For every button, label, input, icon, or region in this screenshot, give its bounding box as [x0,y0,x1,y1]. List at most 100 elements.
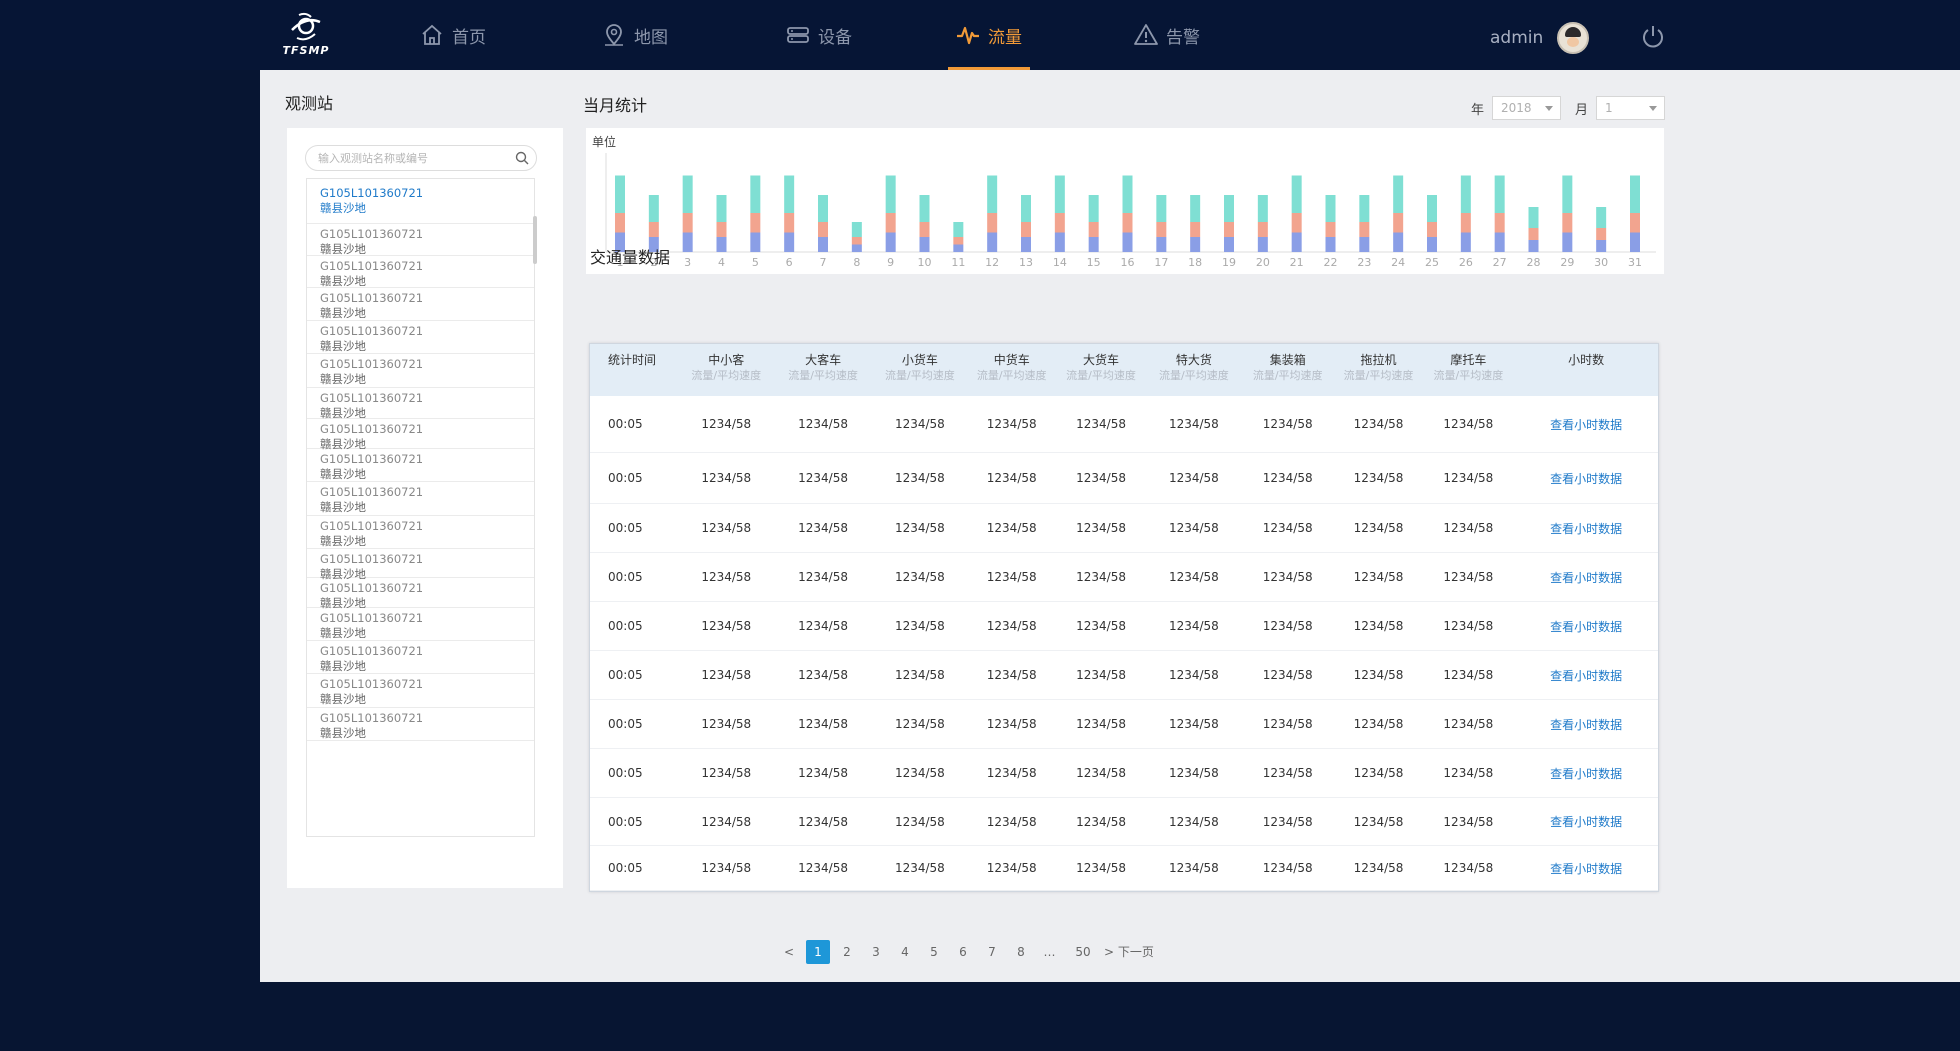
page-number[interactable]: 1 [806,940,830,964]
page-number[interactable]: 5 [922,940,946,964]
station-code: G105L101360721 [320,519,424,533]
cell-time: 00:05 [608,619,643,633]
map-pin-icon [605,24,623,46]
app-logo[interactable]: TFSMP [280,12,332,64]
nav-alert[interactable]: 告警 [1134,0,1200,70]
station-list-item[interactable]: G105L101360721 赣县沙地 [307,288,534,321]
bar-segment-s2-23 [1359,195,1370,222]
power-icon[interactable] [1640,24,1666,50]
nav-traffic[interactable]: 流量 [948,0,1030,70]
column-header-label: 集装箱 [1269,353,1306,367]
station-list-item[interactable]: G105L101360721 赣县沙地 [307,449,534,482]
view-hourly-link[interactable]: 查看小时数据 [1514,470,1658,487]
x-tick-label: 23 [1357,256,1371,269]
cell-value: 1234/58 [1076,814,1126,829]
cell-value: 1234/58 [701,861,752,875]
x-tick-label: 5 [752,256,759,269]
nav-device-label: 设备 [818,27,852,48]
station-code: G105L101360721 [320,357,424,371]
page-number[interactable]: 6 [951,940,975,964]
view-hourly-link[interactable]: 查看小时数据 [1514,667,1658,684]
station-list-item[interactable]: G105L101360721 赣县沙地 [307,354,534,388]
cell-value: 1234/58 [1443,521,1494,535]
station-name: 赣县沙地 [320,726,366,740]
station-list-item[interactable]: G105L101360721 赣县沙地 [307,578,534,610]
bar-segment-s2-8 [851,222,862,237]
cell-value: 1234/58 [894,766,945,780]
bar-segment-s0-28 [1528,240,1539,252]
station-name: 赣县沙地 [320,534,366,548]
station-list-item[interactable]: G105L101360721 赣县沙地 [307,708,534,741]
cell-time: 00:05 [608,417,643,431]
station-list-scrollbar[interactable] [533,216,537,264]
station-list-item[interactable]: G105L101360721 赣县沙地 [307,321,534,354]
cell-value: 1234/58 [798,861,848,875]
station-name: 赣县沙地 [320,467,366,481]
cell-value: 1234/58 [701,521,752,535]
view-hourly-link[interactable]: 查看小时数据 [1514,765,1658,782]
nav-home[interactable]: 首页 [420,0,486,70]
traffic-table: 统计时间 中小客 流量/平均速度 大客车 流量/平均速度 小货车 流量/平均速度 中货车 流量/… [589,343,1659,892]
station-search[interactable] [305,145,537,171]
prev-page-button[interactable]: < [777,940,801,964]
station-name: 赣县沙地 [320,201,366,215]
next-page-button[interactable]: > 下一页 [1104,940,1154,964]
cell-value: 1234/58 [798,668,848,682]
station-search-input[interactable] [318,146,508,170]
bar-segment-s0-19 [1224,237,1234,252]
cell-value: 1234/58 [1168,668,1219,682]
view-hourly-link[interactable]: 查看小时数据 [1514,618,1658,635]
column-header-label: 大货车 [1083,353,1120,367]
view-hourly-link[interactable]: 查看小时数据 [1514,860,1658,877]
nav-device[interactable]: 设备 [786,0,852,70]
page-number[interactable]: 4 [893,940,917,964]
search-icon[interactable] [515,151,529,165]
cell-value: 1234/58 [701,814,752,829]
station-list-item[interactable]: G105L101360721 赣县沙地 [307,224,534,256]
cell-value: 1234/58 [798,766,848,780]
station-list-item[interactable]: G105L101360721 赣县沙地 [307,641,534,674]
station-list-item[interactable]: G105L101360721 赣县沙地 [307,179,534,224]
user-menu[interactable]: admin [1490,22,1590,54]
year-select[interactable]: 2018 [1492,96,1562,120]
bar-segment-s1-6 [784,213,795,233]
bar-segment-s2-18 [1190,195,1201,222]
month-select[interactable]: 1 [1596,96,1666,120]
table-row: 00:05 1234/58 1234/58 1234/58 1234/58 1234/58… [590,602,1658,651]
view-hourly-link[interactable]: 查看小时数据 [1514,813,1658,830]
station-name: 赣县沙地 [320,692,366,706]
x-tick-label: 20 [1256,256,1270,269]
monthly-chart: 单位 1 2 3 4 5 6 7 8 9 10 11 12 13 14 15 16 17 18 19 20 21 22 23… [586,128,1664,274]
avatar[interactable] [1557,22,1590,54]
page-number[interactable]: 50 [1071,940,1095,964]
cell-value: 1234/58 [986,717,1037,731]
view-hourly-link[interactable]: 查看小时数据 [1514,569,1658,586]
page-number[interactable]: 7 [980,940,1004,964]
cell-value: 1234/58 [1262,766,1313,780]
nav-map[interactable]: 地图 [602,0,668,70]
view-hourly-link[interactable]: 查看小时数据 [1514,716,1658,733]
x-tick-label: 12 [985,256,999,269]
station-list-item[interactable]: G105L101360721 赣县沙地 [307,549,534,581]
view-hourly-link[interactable]: 查看小时数据 [1514,416,1658,433]
station-list-item[interactable]: G105L101360721 赣县沙地 [307,516,534,549]
station-list-item[interactable]: G105L101360721 赣县沙地 [307,482,534,516]
cell-value: 1234/58 [1076,619,1126,633]
page-number[interactable]: 2 [835,940,859,964]
home-icon [422,24,442,45]
station-name: 赣县沙地 [320,500,366,514]
station-list-item[interactable]: G105L101360721 赣县沙地 [307,256,534,288]
column-header: 大货车 流量/平均速度 [1055,344,1147,396]
table-row: 00:05 1234/58 1234/58 1234/58 1234/58 1234/58… [590,651,1658,700]
station-list-item[interactable]: G105L101360721 赣县沙地 [307,419,534,451]
station-list-item[interactable]: G105L101360721 赣县沙地 [307,388,534,420]
bar-segment-s0-12 [987,232,998,252]
cell-value: 1234/58 [1443,766,1494,780]
view-hourly-link[interactable]: 查看小时数据 [1514,520,1658,537]
page-number[interactable]: 3 [864,940,888,964]
station-code: G105L101360721 [320,485,424,499]
station-list-item[interactable]: G105L101360721 赣县沙地 [307,674,534,708]
station-list-item[interactable]: G105L101360721 赣县沙地 [307,608,534,641]
column-header-label: 中货车 [993,353,1030,367]
page-number[interactable]: 8 [1009,940,1033,964]
